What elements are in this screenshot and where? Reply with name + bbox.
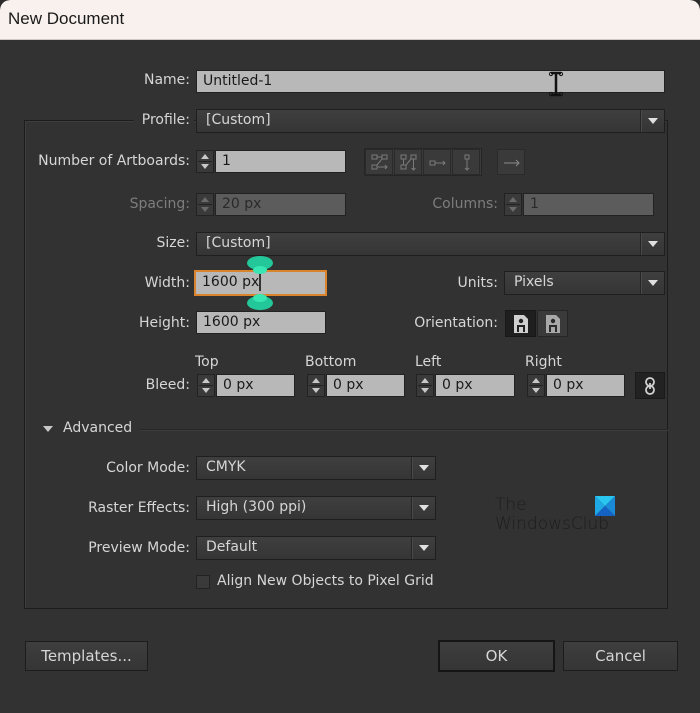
height-label: Height: <box>139 315 190 331</box>
text-cursor-icon <box>548 71 564 101</box>
grid-by-column-icon <box>400 154 417 171</box>
right-to-left-layout-icon <box>504 159 520 167</box>
portrait-icon <box>514 315 528 333</box>
artboards-input[interactable]: 1 <box>215 150 346 173</box>
windows-logo-icon <box>595 496 615 516</box>
units-select[interactable]: Pixels <box>504 271 665 295</box>
grid-by-column-button[interactable] <box>394 149 422 175</box>
chevron-down-icon <box>640 110 664 132</box>
raster-effects-select[interactable]: High (300 ppi) <box>196 496 436 520</box>
align-pixel-grid-checkbox[interactable] <box>196 575 210 589</box>
grid-by-row-button[interactable] <box>365 149 393 175</box>
ok-button[interactable]: OK <box>438 640 555 672</box>
profile-label: Profile: <box>141 112 190 128</box>
size-select[interactable]: [Custom] <box>196 232 665 256</box>
spacing-label: Spacing: <box>129 196 190 212</box>
name-label: Name: <box>143 72 190 88</box>
arrange-by-column-button[interactable] <box>452 149 480 175</box>
align-pixel-grid-label: Align New Objects to Pixel Grid <box>217 573 434 589</box>
size-label: Size: <box>156 235 190 251</box>
layout-direction-button[interactable] <box>497 149 525 175</box>
bleed-right-input[interactable]: 0 px <box>546 374 625 397</box>
color-mode-value: CMYK <box>206 459 246 475</box>
landscape-icon <box>546 315 560 333</box>
templates-button[interactable]: Templates... <box>25 641 148 671</box>
preview-mode-label: Preview Mode: <box>88 540 190 556</box>
preview-mode-value: Default <box>206 539 258 555</box>
window-title: New Document <box>8 9 125 28</box>
raster-effects-label: Raster Effects: <box>88 500 190 516</box>
bleed-bottom-label: Bottom <box>305 354 357 370</box>
watermark: The WindowsClub <box>495 495 610 534</box>
bleed-bottom-input[interactable]: 0 px <box>326 374 405 397</box>
color-mode-label: Color Mode: <box>106 460 190 476</box>
chevron-down-icon <box>411 457 435 479</box>
arrange-by-row-button[interactable] <box>423 149 451 175</box>
profile-value: [Custom] <box>206 112 271 128</box>
columns-stepper <box>504 193 522 216</box>
arrange-by-column-icon <box>464 154 470 171</box>
chevron-down-icon <box>640 233 664 255</box>
chevron-down-icon <box>640 272 664 294</box>
arrange-by-row-icon <box>429 160 446 166</box>
bleed-right-stepper[interactable] <box>527 374 545 397</box>
units-value: Pixels <box>514 274 554 290</box>
bleed-top-label: Top <box>195 354 219 370</box>
cancel-button[interactable]: Cancel <box>563 641 678 671</box>
chevron-down-icon <box>411 537 435 559</box>
name-input[interactable]: Untitled-1 <box>196 70 665 93</box>
link-bleed-button[interactable] <box>635 372 665 399</box>
spacing-input: 20 px <box>215 193 346 216</box>
columns-label: Columns: <box>432 196 498 212</box>
title-bar: New Document <box>0 0 700 40</box>
artboards-label: Number of Artboards: <box>38 153 190 169</box>
chain-link-icon <box>645 377 655 395</box>
orientation-label: Orientation: <box>414 315 498 331</box>
bleed-top-stepper[interactable] <box>197 374 215 397</box>
bleed-label: Bleed: <box>145 377 190 393</box>
new-document-dialog: New Document Name: Untitled-1 Profile: [… <box>0 0 700 713</box>
preview-mode-select[interactable]: Default <box>196 536 436 560</box>
bleed-right-label: Right <box>525 354 562 370</box>
size-value: [Custom] <box>206 235 271 251</box>
bleed-bottom-stepper[interactable] <box>307 374 325 397</box>
width-label: Width: <box>144 275 190 291</box>
grid-by-row-icon <box>371 154 388 170</box>
raster-effects-value: High (300 ppi) <box>206 499 307 515</box>
bleed-top-input[interactable]: 0 px <box>216 374 295 397</box>
bleed-left-input[interactable]: 0 px <box>435 374 515 397</box>
columns-input: 1 <box>523 193 654 216</box>
height-input[interactable]: 1600 px <box>196 311 326 334</box>
text-caret <box>259 273 261 291</box>
landscape-button[interactable] <box>537 310 568 337</box>
units-label: Units: <box>457 275 498 291</box>
portrait-button[interactable] <box>505 310 536 337</box>
spacing-stepper <box>196 193 214 216</box>
chevron-down-icon <box>411 497 435 519</box>
bleed-left-stepper[interactable] <box>416 374 434 397</box>
disclosure-triangle-icon <box>43 426 53 432</box>
advanced-label: Advanced <box>63 420 133 436</box>
profile-select[interactable]: [Custom] <box>196 109 665 133</box>
artboards-stepper[interactable] <box>196 150 214 173</box>
advanced-divider <box>140 429 668 430</box>
color-mode-select[interactable]: CMYK <box>196 456 436 480</box>
bleed-left-label: Left <box>415 354 442 370</box>
